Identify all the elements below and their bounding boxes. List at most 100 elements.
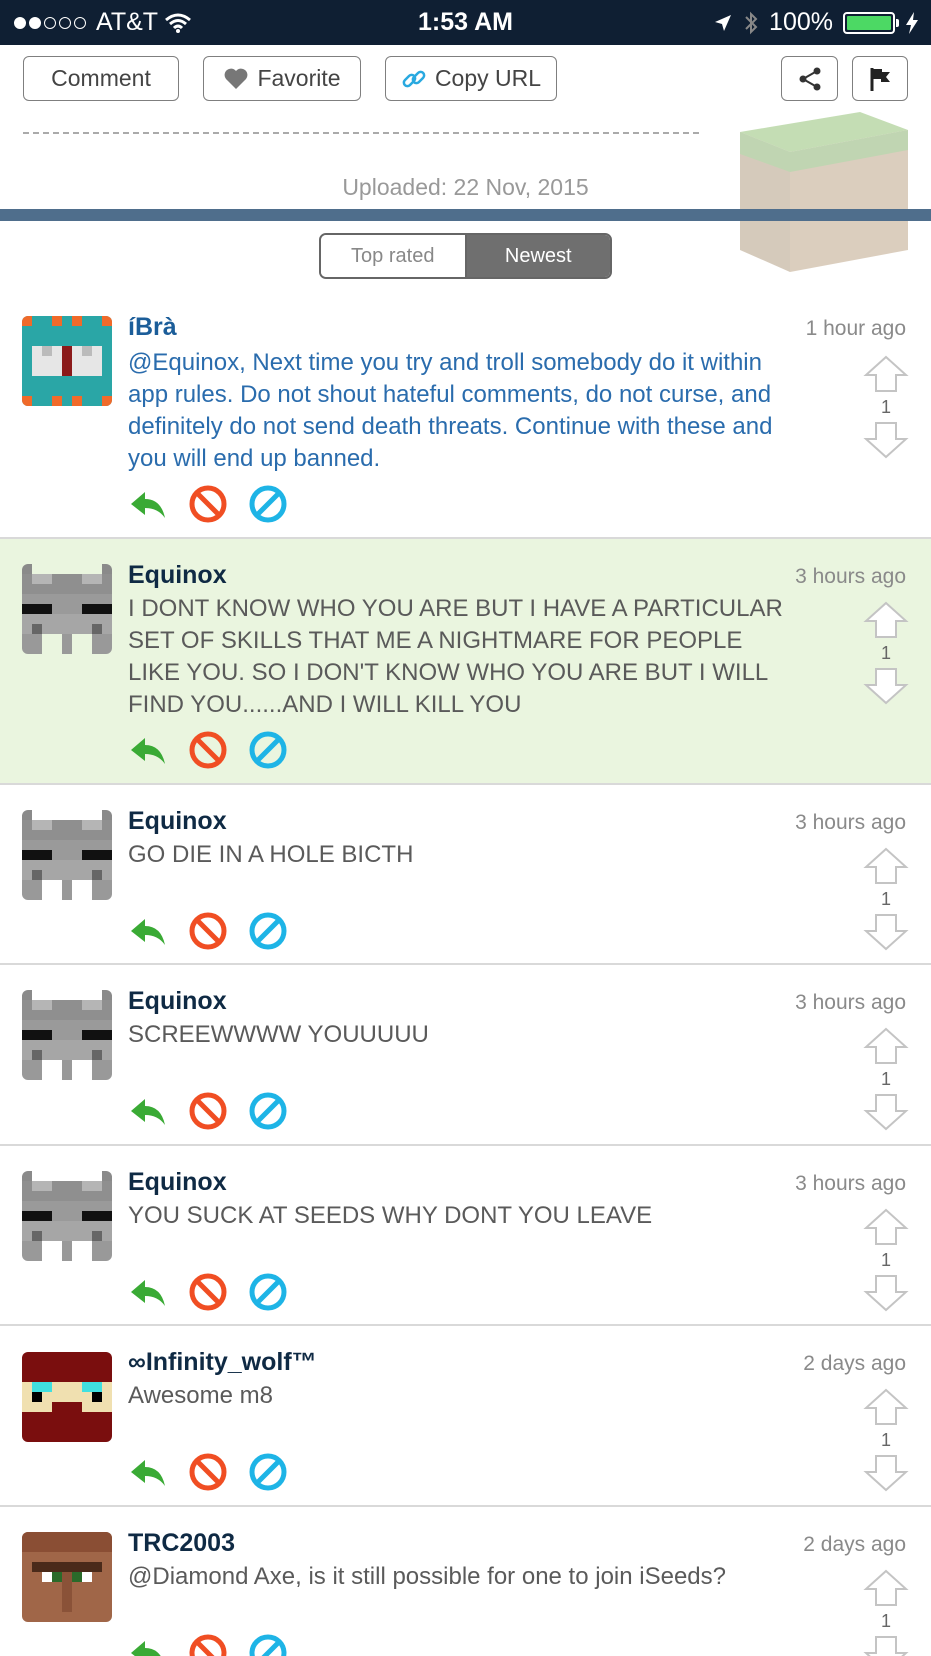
comment-username[interactable]: Equinox bbox=[128, 1168, 227, 1197]
reply-icon[interactable] bbox=[128, 1633, 168, 1656]
comment-timestamp: 3 hours ago bbox=[795, 565, 906, 588]
comment-text: GO DIE IN A HOLE BICTH bbox=[128, 841, 414, 868]
ban-icon[interactable] bbox=[248, 911, 288, 951]
location-arrow-icon bbox=[715, 14, 732, 31]
comment-actions bbox=[128, 484, 288, 524]
ban-icon[interactable] bbox=[248, 730, 288, 770]
copy-url-button-label: Copy URL bbox=[434, 65, 542, 91]
block-icon[interactable] bbox=[188, 911, 228, 951]
downvote-arrow-icon[interactable] bbox=[863, 1634, 909, 1656]
comment-timestamp: 2 days ago bbox=[803, 1533, 906, 1556]
status-bar: AT&T 1:53 AM 100% bbox=[0, 0, 931, 45]
block-icon[interactable] bbox=[188, 484, 228, 524]
comment-username[interactable]: ∞Infinity_wolf™ bbox=[128, 1348, 317, 1377]
downvote-arrow-icon[interactable] bbox=[863, 666, 909, 706]
share-button[interactable] bbox=[781, 56, 838, 101]
downvote-arrow-icon[interactable] bbox=[863, 420, 909, 460]
ban-icon[interactable] bbox=[248, 1452, 288, 1492]
upvote-arrow-icon[interactable] bbox=[863, 600, 909, 640]
block-icon[interactable] bbox=[188, 1272, 228, 1312]
section-divider bbox=[0, 209, 931, 221]
vote-count: 1 bbox=[880, 1611, 891, 1631]
reply-icon[interactable] bbox=[128, 1091, 168, 1131]
flag-icon bbox=[870, 67, 890, 91]
comment-username[interactable]: TRC2003 bbox=[128, 1529, 235, 1558]
comment-text: I DONT KNOW WHO YOU ARE BUT I HAVE A PAR… bbox=[128, 595, 783, 718]
comment-actions bbox=[128, 1452, 288, 1492]
favorite-button-label: Favorite bbox=[257, 65, 341, 91]
link-icon bbox=[402, 70, 426, 87]
downvote-arrow-icon[interactable] bbox=[863, 912, 909, 952]
comment-timestamp: 3 hours ago bbox=[795, 991, 906, 1014]
comment-item: Equinox 3 hours ago YOU SUCK AT SEEDS WH… bbox=[0, 1146, 931, 1326]
comment-text: Awesome m8 bbox=[128, 1382, 273, 1409]
upload-date: Uploaded: 22 Nov, 2015 bbox=[342, 174, 589, 200]
comment-item: íBrà 1 hour ago @Equinox, Next time you … bbox=[0, 297, 931, 539]
share-icon bbox=[799, 67, 820, 90]
comment-username[interactable]: Equinox bbox=[128, 807, 227, 836]
comment-item: Equinox 3 hours ago SCREEWWWW YOUUUUU 1 bbox=[0, 965, 931, 1146]
sort-newest-tab[interactable]: Newest bbox=[464, 235, 610, 277]
vote-control: 1 bbox=[863, 600, 909, 706]
avatar[interactable] bbox=[22, 1352, 112, 1442]
upvote-arrow-icon[interactable] bbox=[863, 354, 909, 394]
ban-icon[interactable] bbox=[248, 1272, 288, 1312]
downvote-arrow-icon[interactable] bbox=[863, 1453, 909, 1493]
upvote-arrow-icon[interactable] bbox=[863, 846, 909, 886]
vote-count: 1 bbox=[880, 889, 891, 909]
reply-icon[interactable] bbox=[128, 484, 168, 524]
vote-count: 1 bbox=[880, 1430, 891, 1450]
block-icon[interactable] bbox=[188, 1452, 228, 1492]
vote-count: 1 bbox=[880, 1069, 891, 1089]
comment-text: @Diamond Axe, is it still possible for o… bbox=[128, 1563, 726, 1590]
avatar[interactable] bbox=[22, 1171, 112, 1261]
block-icon[interactable] bbox=[188, 1633, 228, 1656]
comment-username[interactable]: íBrà bbox=[128, 313, 177, 342]
comment-username[interactable]: Equinox bbox=[128, 561, 227, 590]
block-icon[interactable] bbox=[188, 1091, 228, 1131]
reply-icon[interactable] bbox=[128, 730, 168, 770]
sort-top-rated-tab[interactable]: Top rated bbox=[321, 235, 465, 277]
reply-icon[interactable] bbox=[128, 1452, 168, 1492]
vote-count: 1 bbox=[880, 643, 891, 663]
avatar[interactable] bbox=[22, 810, 112, 900]
reply-icon[interactable] bbox=[128, 1272, 168, 1312]
charging-bolt-icon bbox=[906, 11, 918, 34]
upvote-arrow-icon[interactable] bbox=[863, 1207, 909, 1247]
dashed-separator bbox=[23, 132, 699, 134]
upvote-arrow-icon[interactable] bbox=[863, 1568, 909, 1608]
comment-item: Equinox 3 hours ago GO DIE IN A HOLE BIC… bbox=[0, 785, 931, 965]
vote-control: 1 bbox=[863, 1207, 909, 1313]
comment-timestamp: 3 hours ago bbox=[795, 811, 906, 834]
comment-item: ∞Infinity_wolf™ 2 days ago Awesome m8 1 bbox=[0, 1326, 931, 1507]
comment-actions bbox=[128, 911, 288, 951]
comment-timestamp: 2 days ago bbox=[803, 1352, 906, 1375]
comment-actions bbox=[128, 1091, 288, 1131]
comment-button[interactable]: Comment bbox=[23, 56, 179, 101]
vote-control: 1 bbox=[863, 354, 909, 460]
heart-icon bbox=[225, 68, 248, 89]
ban-icon[interactable] bbox=[248, 1633, 288, 1656]
favorite-button[interactable]: Favorite bbox=[203, 56, 361, 101]
report-flag-button[interactable] bbox=[852, 56, 908, 101]
bluetooth-icon bbox=[745, 11, 758, 34]
comment-text: SCREEWWWW YOUUUUU bbox=[128, 1021, 429, 1048]
avatar[interactable] bbox=[22, 564, 112, 654]
comment-username[interactable]: Equinox bbox=[128, 987, 227, 1016]
ban-icon[interactable] bbox=[248, 1091, 288, 1131]
vote-control: 1 bbox=[863, 1387, 909, 1493]
avatar[interactable] bbox=[22, 316, 112, 406]
avatar[interactable] bbox=[22, 990, 112, 1080]
ban-icon[interactable] bbox=[248, 484, 288, 524]
vote-control: 1 bbox=[863, 1568, 909, 1656]
upvote-arrow-icon[interactable] bbox=[863, 1387, 909, 1427]
block-icon[interactable] bbox=[188, 730, 228, 770]
avatar[interactable] bbox=[22, 1532, 112, 1622]
reply-icon[interactable] bbox=[128, 911, 168, 951]
downvote-arrow-icon[interactable] bbox=[863, 1273, 909, 1313]
comment-actions bbox=[128, 1633, 288, 1656]
copy-url-button[interactable]: Copy URL bbox=[385, 56, 557, 101]
comment-timestamp: 1 hour ago bbox=[805, 317, 906, 340]
downvote-arrow-icon[interactable] bbox=[863, 1092, 909, 1132]
upvote-arrow-icon[interactable] bbox=[863, 1026, 909, 1066]
